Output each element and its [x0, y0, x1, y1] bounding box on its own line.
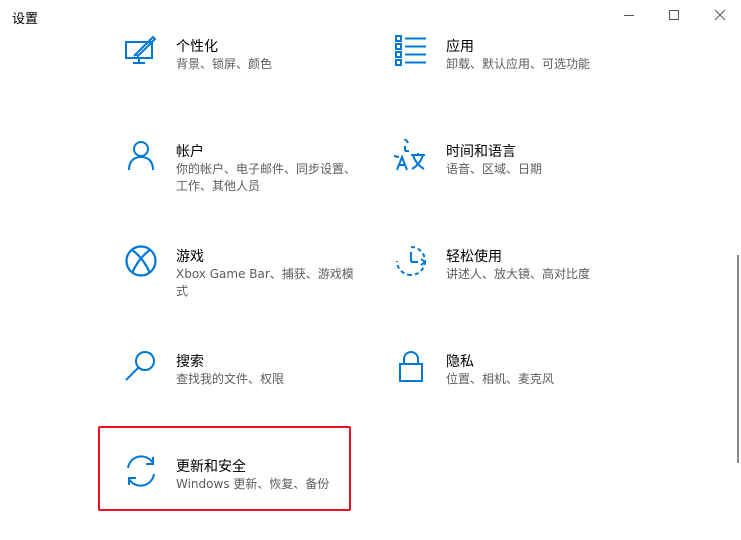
tile-title: 个性化	[176, 39, 218, 55]
tile-description: 背景、锁屏、颜色	[176, 57, 273, 71]
tile-title: 游戏	[176, 249, 204, 265]
tile-description: 讲述人、放大镜、高对比度	[446, 267, 591, 281]
highlight-box	[98, 426, 351, 511]
lock-icon	[394, 349, 428, 383]
tile-description: 查找我的文件、权限	[176, 372, 285, 386]
window-title: 设置	[12, 12, 39, 27]
tile-apps[interactable]: 应用 卸载、默认应用、可选功能	[394, 34, 634, 114]
tile-description: 位置、相机、麦克风	[446, 372, 555, 386]
ease-of-access-icon	[394, 244, 428, 278]
close-button[interactable]	[697, 0, 741, 30]
tile-privacy[interactable]: 隐私 位置、相机、麦克风	[394, 349, 634, 429]
tile-ease-of-access[interactable]: 轻松使用 讲述人、放大镜、高对比度	[394, 244, 634, 324]
tile-title: 帐户	[176, 144, 204, 160]
tile-personalization[interactable]: 个性化 背景、锁屏、颜色	[124, 34, 364, 114]
tile-time-language[interactable]: 时间和语言 语音、区域、日期	[394, 139, 634, 219]
tile-title: 搜索	[176, 354, 204, 370]
minimize-icon	[624, 15, 634, 16]
tile-description: 语音、区域、日期	[446, 162, 543, 176]
maximize-icon	[669, 10, 679, 20]
tile-title: 隐私	[446, 354, 474, 370]
tile-title: 轻松使用	[446, 249, 502, 265]
account-icon	[124, 139, 158, 173]
tile-title: 应用	[446, 39, 474, 55]
xbox-icon	[124, 244, 158, 278]
tile-description: Xbox Game Bar、捕获、游戏模式	[176, 267, 354, 298]
tile-accounts[interactable]: 帐户 你的帐户、电子邮件、同步设置、工作、其他人员	[124, 139, 364, 219]
tile-description: 你的帐户、电子邮件、同步设置、工作、其他人员	[176, 162, 357, 193]
maximize-button[interactable]	[651, 0, 697, 30]
close-icon	[714, 9, 726, 21]
tile-search[interactable]: 搜索 查找我的文件、权限	[124, 349, 364, 429]
vertical-scrollbar[interactable]	[737, 255, 739, 463]
tile-description: 卸载、默认应用、可选功能	[446, 57, 591, 71]
tile-gaming[interactable]: 游戏 Xbox Game Bar、捕获、游戏模式	[124, 244, 364, 324]
search-icon	[124, 349, 158, 383]
time-language-icon	[394, 139, 428, 173]
personalization-icon	[124, 34, 158, 68]
minimize-button[interactable]	[606, 0, 652, 30]
apps-icon	[394, 34, 428, 68]
tile-title: 时间和语言	[446, 144, 516, 160]
title-bar: 设置	[0, 0, 741, 32]
